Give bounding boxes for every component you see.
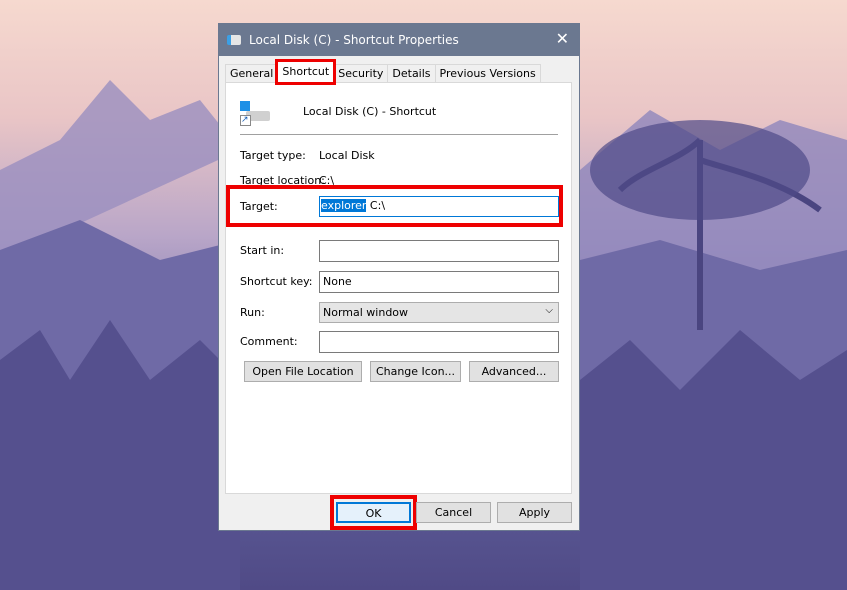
drive-icon [227, 35, 241, 45]
tab-general[interactable]: General [225, 64, 279, 83]
tab-previous-versions[interactable]: Previous Versions [434, 64, 541, 83]
tab-shortcut[interactable]: Shortcut [275, 59, 337, 85]
comment-input[interactable] [319, 331, 559, 353]
ok-highlight-box [330, 495, 417, 530]
shortcut-panel: ↗ Local Disk (C) - Shortcut Target type:… [225, 82, 572, 494]
close-icon[interactable]: ✕ [556, 29, 569, 48]
tab-strip: General Shortcut Security Details Previo… [225, 59, 541, 85]
tab-details[interactable]: Details [387, 64, 436, 83]
target-type-label: Target type: [240, 149, 306, 162]
open-file-location-button[interactable]: Open File Location [244, 361, 362, 382]
window-title: Local Disk (C) - Shortcut Properties [249, 33, 459, 47]
comment-label: Comment: [240, 335, 298, 348]
tab-security[interactable]: Security [333, 64, 389, 83]
chevron-down-icon: ⌵ [545, 305, 553, 316]
properties-dialog: Local Disk (C) - Shortcut Properties ✕ G… [218, 23, 580, 531]
start-in-label: Start in: [240, 244, 285, 257]
target-highlight-box [226, 185, 563, 227]
shortcut-name: Local Disk (C) - Shortcut [303, 105, 437, 118]
advanced-button[interactable]: Advanced... [469, 361, 559, 382]
title-bar: Local Disk (C) - Shortcut Properties ✕ [219, 24, 579, 56]
shortcut-key-label: Shortcut key: [240, 275, 313, 288]
shortcut-key-input[interactable]: None [319, 271, 559, 293]
run-value: Normal window [323, 306, 409, 319]
run-label: Run: [240, 306, 265, 319]
shortcut-drive-icon: ↗ [240, 101, 270, 127]
target-type-value: Local Disk [319, 149, 375, 162]
run-select[interactable]: Normal window ⌵ [319, 302, 559, 323]
start-in-input[interactable] [319, 240, 559, 262]
change-icon-button[interactable]: Change Icon... [370, 361, 461, 382]
cancel-button[interactable]: Cancel [416, 502, 491, 523]
divider [240, 134, 558, 135]
apply-button[interactable]: Apply [497, 502, 572, 523]
